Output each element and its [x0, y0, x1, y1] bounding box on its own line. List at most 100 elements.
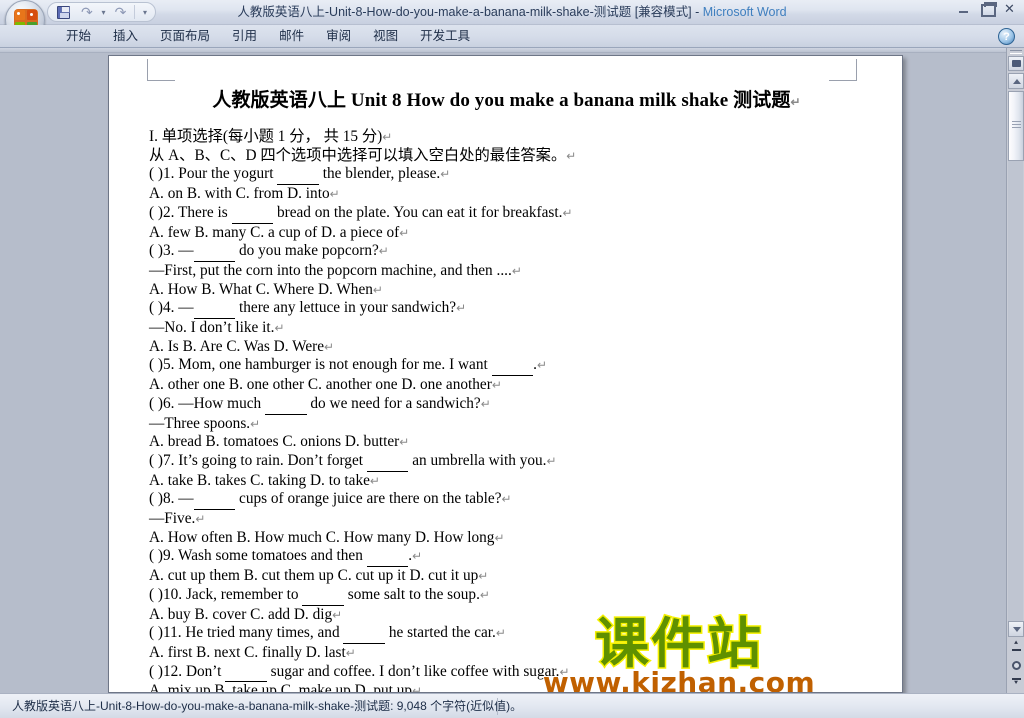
- browse-object-icon: [1011, 660, 1021, 670]
- restore-button[interactable]: [979, 2, 997, 17]
- scrollbar-grip-icon: [1012, 121, 1021, 128]
- ribbon-tabs: 开始 插入 页面布局 引用 邮件 审阅 视图 开发工具: [55, 25, 481, 48]
- answer-blank: [491, 356, 534, 377]
- tab-home[interactable]: 开始: [55, 25, 102, 48]
- redo-icon: ↷: [114, 4, 127, 20]
- document-line: A. buy B. cover C. add D. dig↵: [149, 605, 343, 623]
- view-ruler-button[interactable]: [1008, 56, 1024, 71]
- undo-button[interactable]: ↶: [76, 4, 97, 21]
- quick-access-toolbar: ↶ ▾ ↷ ▾: [47, 2, 156, 22]
- pilcrow-icon: ↵: [412, 549, 423, 564]
- ruler-icon: [1011, 60, 1021, 67]
- answer-blank: [302, 586, 344, 606]
- undo-dropdown-button[interactable]: ▾: [99, 4, 108, 21]
- document-line: —Three spoons.↵: [149, 414, 261, 432]
- scrollbar-thumb[interactable]: [1008, 91, 1024, 161]
- tab-developer[interactable]: 开发工具: [409, 25, 481, 48]
- document-heading: 人教版英语八上 Unit 8 How do you make a banana …: [149, 85, 864, 112]
- answer-blank: [264, 395, 307, 415]
- pilcrow-icon: ↵: [250, 416, 261, 431]
- pilcrow-icon: ↵: [456, 301, 467, 316]
- customize-chevron-icon: ▾: [142, 7, 147, 17]
- arrow-up-icon: [1013, 79, 1021, 84]
- pilcrow-icon: ↵: [378, 244, 389, 259]
- save-button[interactable]: [53, 4, 74, 21]
- close-button[interactable]: ✕: [1002, 2, 1018, 16]
- pilcrow-icon: ↵: [332, 607, 343, 622]
- document-page[interactable]: 人教版英语八上 Unit 8 How do you make a banana …: [108, 55, 903, 693]
- document-line: ( )5. Mom, one hamburger is not enough f…: [149, 356, 864, 377]
- pilcrow-icon: ↵: [324, 339, 335, 354]
- document-line: A. few B. many C. a cup of D. a piece of…: [149, 223, 410, 241]
- pilcrow-icon: ↵: [369, 473, 380, 488]
- document-line: ( )4. — there any lettuce in your sandwi…: [149, 299, 864, 320]
- document-line: A. first B. next C. finally D. last↵: [149, 643, 356, 661]
- document-line: ( )7. It’s going to rain. Don’t forget a…: [149, 452, 864, 472]
- title-bar: 人教版英语八上-Unit-8-How-do-you-make-a-banana-…: [0, 0, 1024, 40]
- pilcrow-icon: ↵: [566, 148, 577, 163]
- redo-button[interactable]: ↷: [110, 4, 131, 21]
- document-line: 从 A、B、C、D 四个选项中选择可以填入空白处的最佳答案。↵: [149, 146, 577, 164]
- pilcrow-icon: ↵: [495, 626, 506, 641]
- help-icon[interactable]: ?: [998, 28, 1015, 45]
- document-line: ( )8. — cups of orange juice are there o…: [149, 490, 864, 511]
- pilcrow-icon: ↵: [559, 664, 570, 679]
- scrollbar-track[interactable]: [1008, 161, 1023, 621]
- select-browse-object-button[interactable]: [1008, 656, 1024, 674]
- arrow-down-icon: [1013, 627, 1021, 632]
- tab-mailings[interactable]: 邮件: [268, 25, 315, 48]
- previous-page-button[interactable]: [1008, 638, 1024, 656]
- document-line: ( )9. Wash some tomatoes and then .↵: [149, 547, 864, 568]
- answer-blank: [366, 547, 409, 568]
- pilcrow-icon: ↵: [329, 187, 340, 202]
- document-line: ( )6. —How much do we need for a sandwic…: [149, 395, 864, 415]
- qat-divider: [134, 5, 135, 19]
- document-line: ( )11. He tried many times, and he start…: [149, 624, 864, 644]
- close-icon: ✕: [1004, 1, 1015, 16]
- tab-page-layout[interactable]: 页面布局: [149, 25, 221, 48]
- undo-icon: ↶: [80, 4, 93, 20]
- document-line: A. How B. What C. Where D. When↵: [149, 280, 383, 298]
- pilcrow-icon: ↵: [195, 512, 206, 527]
- tab-review[interactable]: 审阅: [315, 25, 362, 48]
- document-line: ( )12. Don’t sugar and coffee. I don’t l…: [149, 663, 864, 683]
- pilcrow-icon: ↵: [546, 453, 557, 468]
- document-line: A. cut up them B. cut them up C. cut up …: [149, 567, 489, 585]
- document-line: A. How often B. How much C. How many D. …: [149, 528, 505, 546]
- tab-references[interactable]: 引用: [221, 25, 268, 48]
- pilcrow-icon: ↵: [790, 95, 801, 109]
- pilcrow-icon: ↵: [399, 225, 410, 240]
- scroll-up-button[interactable]: [1008, 73, 1024, 89]
- status-divider: [497, 698, 498, 715]
- save-icon: [57, 5, 70, 19]
- document-line: —First, put the corn into the popcorn ma…: [149, 261, 522, 279]
- split-window-handle[interactable]: [1010, 50, 1022, 54]
- pilcrow-icon: ↵: [399, 435, 410, 450]
- window-title-separator: -: [691, 5, 703, 19]
- next-page-button[interactable]: [1008, 674, 1024, 692]
- customize-qat-button[interactable]: ▾: [138, 4, 152, 21]
- vertical-scrollbar[interactable]: [1006, 48, 1024, 693]
- answer-blank: [343, 624, 386, 644]
- status-bar: 人教版英语八上-Unit-8-How-do-you-make-a-banana-…: [0, 693, 1024, 718]
- chevron-down-icon: ▾: [101, 7, 106, 17]
- document-line: ( )3. — do you make popcorn?↵: [149, 242, 864, 262]
- pilcrow-icon: ↵: [480, 396, 491, 411]
- document-line: ( )1. Pour the yogurt the blender, pleas…: [149, 165, 864, 186]
- answer-blank: [193, 242, 236, 262]
- pilcrow-icon: ↵: [491, 378, 502, 393]
- document-line: A. other one B. one other C. another one…: [149, 376, 502, 394]
- answer-blank: [193, 490, 236, 511]
- pilcrow-icon: ↵: [372, 282, 383, 297]
- browse-navigation-group: [1008, 638, 1024, 692]
- minimize-button[interactable]: [956, 2, 972, 16]
- document-line: A. on B. with C. from D. into↵: [149, 185, 340, 203]
- pilcrow-icon: ↵: [494, 530, 505, 545]
- tab-insert[interactable]: 插入: [102, 25, 149, 48]
- document-line: A. take B. takes C. taking D. to take↵: [149, 471, 380, 489]
- pilcrow-icon: ↵: [479, 587, 490, 602]
- answer-blank: [225, 663, 267, 683]
- tab-view[interactable]: 视图: [362, 25, 409, 48]
- answer-blank: [193, 299, 236, 320]
- scroll-down-button[interactable]: [1008, 621, 1024, 637]
